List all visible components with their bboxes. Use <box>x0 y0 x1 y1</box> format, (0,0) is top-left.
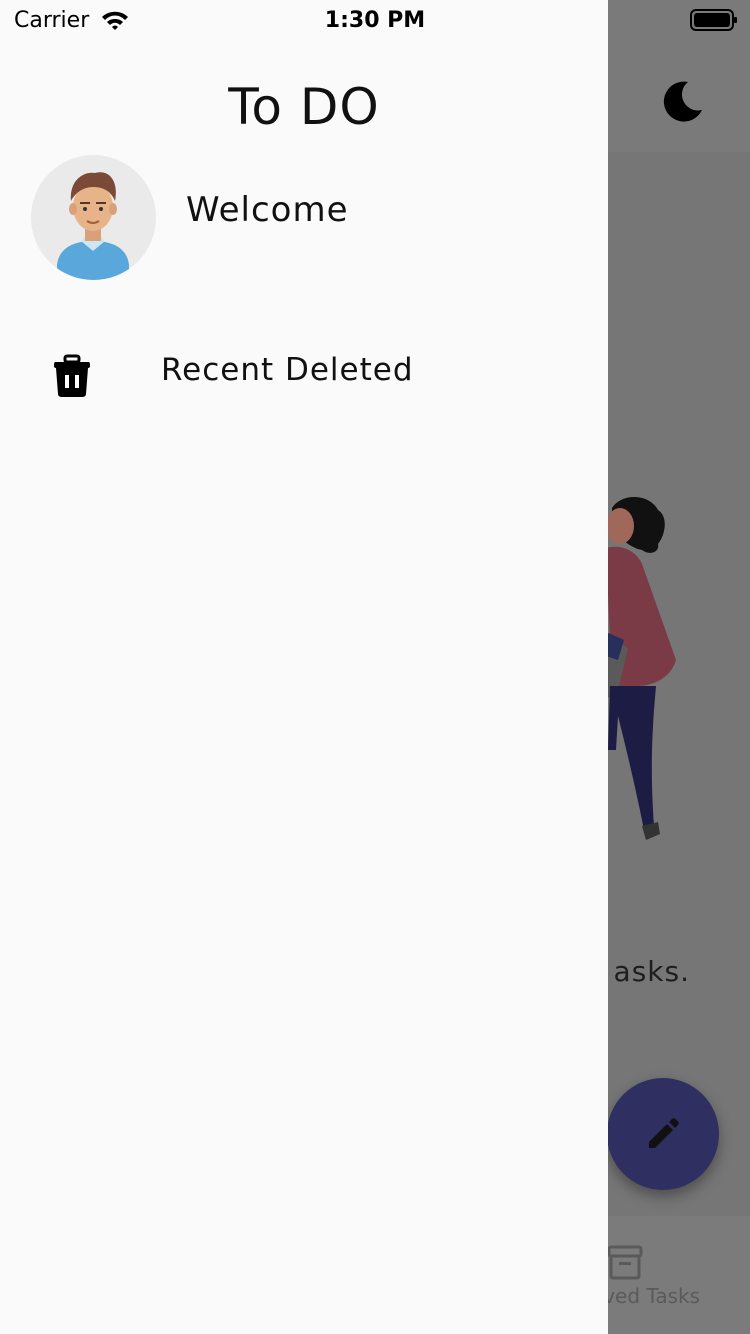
add-task-button[interactable] <box>607 1078 719 1190</box>
edit-icon <box>649 1118 679 1148</box>
drawer-item-label: Recent Deleted <box>161 352 414 388</box>
user-avatar-illustration <box>57 172 129 280</box>
drawer-item-recent-deleted[interactable]: Recent Deleted <box>0 330 608 420</box>
welcome-text: Welcome <box>186 190 349 230</box>
avatar <box>31 155 156 280</box>
trash-icon <box>54 354 90 397</box>
drawer-title: To DO <box>228 78 380 136</box>
moon-icon[interactable] <box>658 78 704 124</box>
status-bar: Carrier 1:30 PM <box>0 0 750 40</box>
battery-icon <box>690 9 737 31</box>
navigation-drawer: To DO Welcome Recent Deleted <box>0 0 608 1334</box>
clock: 1:30 PM <box>324 8 426 33</box>
archive-icon[interactable] <box>606 1244 644 1282</box>
